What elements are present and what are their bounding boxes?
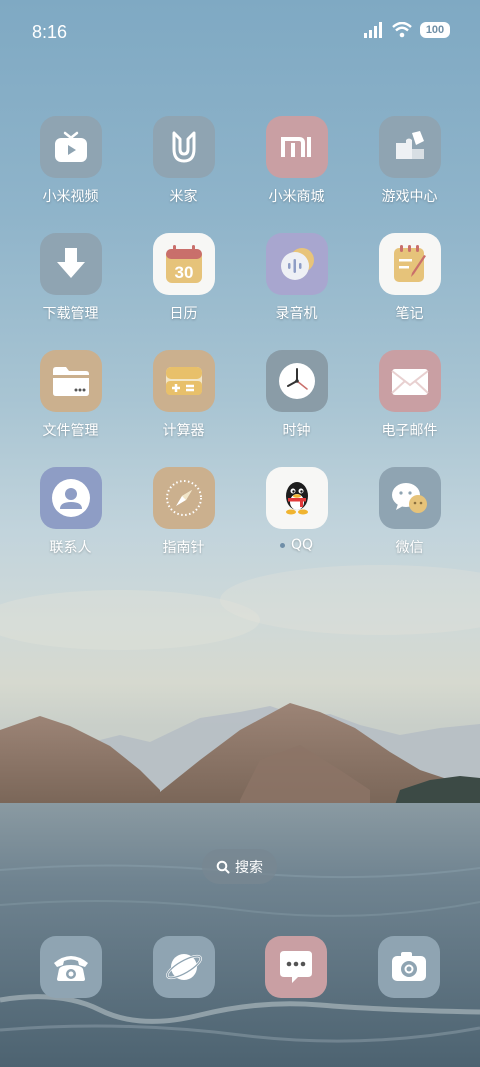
app-xiaomi-video[interactable]: 小米视频 [14, 116, 127, 206]
search-icon [216, 860, 230, 873]
new-app-dot [279, 542, 285, 548]
app-wechat[interactable]: 微信 [353, 467, 466, 557]
battery-indicator: 100 [420, 22, 450, 38]
app-label: 小米商城 [268, 189, 325, 205]
app-label: 下载管理 [42, 306, 99, 322]
puzzle-icon [378, 116, 441, 178]
dock [40, 936, 440, 998]
clock-icon [265, 350, 328, 412]
status-icons: 100 [364, 22, 450, 38]
contacts-icon [39, 467, 102, 529]
dock-browser-button[interactable] [152, 936, 215, 998]
app-label: QQ [290, 537, 314, 553]
app-contacts[interactable]: 联系人 [14, 467, 127, 557]
app-mijia[interactable]: 米家 [127, 116, 240, 206]
app-label: 游戏中心 [381, 189, 438, 205]
app-label: 小米视频 [42, 189, 99, 205]
app-label: 时钟 [282, 423, 311, 439]
dock-phone-button[interactable] [40, 936, 102, 998]
video-icon [39, 116, 102, 178]
app-email[interactable]: 电子邮件 [353, 350, 466, 440]
app-mi-store[interactable]: 小米商城 [240, 116, 353, 206]
app-label: 录音机 [275, 306, 318, 322]
app-grid: 小米视频 米家 小米商城 游戏中心 下载管理 30 日历 录音机 笔记 文件管理… [14, 116, 466, 557]
recorder-icon [265, 233, 328, 295]
calendar-day: 30 [174, 263, 193, 282]
qq-penguin-icon [265, 467, 328, 529]
app-label: 联系人 [49, 540, 92, 556]
app-notes[interactable]: 笔记 [353, 233, 466, 323]
download-icon [39, 233, 102, 295]
app-compass[interactable]: 指南针 [127, 467, 240, 557]
mail-icon [378, 350, 441, 412]
app-qq[interactable]: QQ [240, 467, 353, 557]
app-label: 日历 [169, 306, 198, 322]
folder-icon [39, 350, 102, 412]
calculator-icon [152, 350, 215, 412]
app-label: 电子邮件 [381, 423, 438, 439]
signal-icon [364, 22, 382, 38]
messages-icon [280, 951, 313, 983]
app-calculator[interactable]: 计算器 [127, 350, 240, 440]
app-label: 指南针 [162, 540, 205, 556]
app-file-manager[interactable]: 文件管理 [14, 350, 127, 440]
app-label: 文件管理 [42, 423, 99, 439]
browser-planet-icon [165, 954, 202, 980]
app-calendar[interactable]: 30 日历 [127, 233, 240, 323]
camera-icon [391, 952, 426, 981]
notes-icon [378, 233, 441, 295]
app-downloads[interactable]: 下载管理 [14, 233, 127, 323]
status-time: 8:16 [32, 22, 68, 42]
app-label: 微信 [395, 540, 424, 556]
dock-messages-button[interactable] [265, 936, 328, 998]
app-recorder[interactable]: 录音机 [240, 233, 353, 323]
app-label: 米家 [169, 189, 198, 205]
search-label: 搜索 [235, 859, 263, 876]
phone-icon [54, 956, 88, 981]
mijia-icon [152, 116, 215, 178]
mi-store-icon [265, 116, 328, 178]
app-game-center[interactable]: 游戏中心 [353, 116, 466, 206]
calendar-icon: 30 [152, 233, 215, 295]
app-label: 笔记 [395, 306, 424, 322]
compass-icon [152, 467, 215, 529]
search-button[interactable]: 搜索 [202, 849, 277, 884]
app-clock[interactable]: 时钟 [240, 350, 353, 440]
status-bar: 8:16 100 [0, 0, 480, 66]
wifi-icon [392, 22, 412, 38]
wechat-icon [378, 467, 441, 529]
app-label: 计算器 [162, 423, 205, 439]
dock-camera-button[interactable] [377, 936, 440, 998]
